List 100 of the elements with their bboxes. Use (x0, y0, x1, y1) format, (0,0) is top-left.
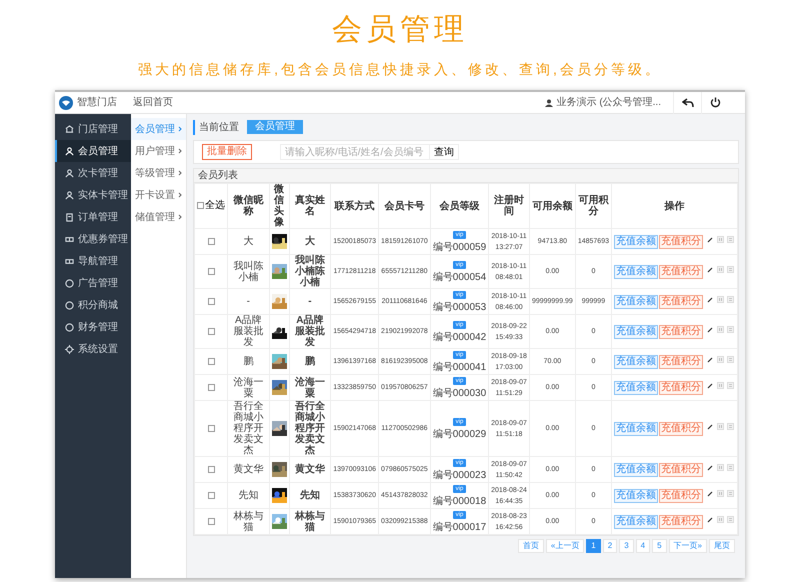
document-icon[interactable] (727, 423, 734, 430)
delete-icon[interactable] (717, 326, 724, 334)
recharge-balance-button[interactable]: 充值余额 (614, 355, 658, 369)
subnav-item[interactable]: 等级管理 (131, 162, 186, 184)
recharge-points-button[interactable]: 充值积分 (659, 235, 703, 249)
checkbox[interactable] (208, 328, 214, 336)
checkbox[interactable] (208, 384, 214, 392)
checkbox[interactable] (208, 466, 214, 474)
sidebar-item[interactable]: 次卡管理 (55, 162, 131, 184)
subnav-item[interactable]: 用户管理 (131, 140, 186, 162)
checkbox[interactable] (208, 268, 214, 276)
sidebar-item[interactable]: 导航管理 (55, 250, 131, 272)
delete-icon[interactable] (717, 516, 724, 524)
document-icon[interactable] (727, 464, 734, 472)
next-page-button[interactable]: 下一页» (668, 539, 707, 553)
checkbox[interactable] (208, 492, 214, 500)
delete-icon[interactable] (717, 382, 724, 390)
edit-icon[interactable] (707, 464, 713, 471)
document-icon[interactable] (727, 490, 734, 498)
home-link[interactable]: 返回首页 (133, 95, 173, 110)
document-icon[interactable] (727, 326, 734, 334)
sidebar-item[interactable]: 广告管理 (55, 272, 131, 294)
document-icon[interactable] (727, 266, 734, 274)
checkbox[interactable] (208, 518, 214, 526)
recharge-points-button[interactable]: 充值积分 (659, 355, 703, 369)
previous-page-button[interactable]: «上一页 (546, 539, 584, 553)
column-header: 会员卡号 (378, 184, 430, 228)
subnav-item[interactable]: 开卡设置 (131, 184, 186, 206)
recharge-points-button[interactable]: 充值积分 (659, 515, 703, 529)
sidebar-item[interactable]: 财务管理 (55, 316, 131, 338)
recharge-balance-button[interactable]: 充值余额 (614, 235, 658, 249)
sidebar-item[interactable]: 实体卡管理 (55, 184, 131, 206)
logo-text: 智慧门店 (77, 96, 117, 110)
checkbox[interactable] (208, 425, 214, 432)
recharge-balance-button[interactable]: 充值余额 (614, 422, 658, 436)
person-icon (65, 190, 74, 200)
delete-icon[interactable] (717, 236, 724, 244)
document-icon[interactable] (727, 356, 734, 364)
edit-icon[interactable] (707, 326, 713, 333)
first-page-button[interactable]: 首页 (518, 539, 544, 553)
recharge-points-button[interactable]: 充值积分 (659, 381, 703, 395)
level-number: 编号000042 (432, 332, 486, 342)
page-button[interactable]: 2 (602, 539, 618, 553)
recharge-balance-button[interactable]: 充值余额 (614, 489, 658, 503)
delete-icon[interactable] (717, 296, 724, 304)
delete-icon[interactable] (717, 356, 724, 364)
recharge-points-button[interactable]: 充值积分 (659, 422, 703, 436)
edit-icon[interactable] (707, 382, 713, 389)
document-icon[interactable] (727, 236, 734, 244)
checkbox[interactable] (208, 298, 214, 306)
delete-icon[interactable] (717, 423, 724, 430)
house-icon (65, 124, 74, 134)
edit-icon[interactable] (707, 424, 713, 430)
recharge-points-button[interactable]: 充值积分 (659, 325, 703, 339)
delete-icon[interactable] (717, 464, 724, 472)
recharge-balance-button[interactable]: 充值余额 (614, 325, 658, 339)
page-button[interactable]: 1 (586, 539, 601, 553)
recharge-balance-button[interactable]: 充值余额 (614, 381, 658, 395)
recharge-balance-button[interactable]: 充值余额 (614, 515, 658, 529)
recharge-balance-button[interactable]: 充值余额 (614, 295, 658, 309)
subnav-item[interactable]: 储值管理 (131, 206, 186, 228)
document-icon[interactable] (727, 516, 734, 524)
sidebar-item[interactable]: 系统设置 (55, 338, 131, 360)
recharge-points-button[interactable]: 充值积分 (659, 265, 703, 279)
sidebar-item[interactable]: 优惠券管理 (55, 228, 131, 250)
recharge-balance-button[interactable]: 充值余额 (614, 463, 658, 477)
user-name[interactable]: 业务演示 (公众号管理... (556, 95, 661, 110)
delete-icon[interactable] (717, 490, 724, 498)
checkbox[interactable] (197, 202, 204, 210)
sidebar-item[interactable]: 订单管理 (55, 206, 131, 228)
document-icon[interactable] (727, 382, 734, 390)
edit-icon[interactable] (707, 516, 713, 523)
recharge-balance-button[interactable]: 充值余额 (614, 265, 658, 279)
recharge-points-button[interactable]: 充值积分 (659, 295, 703, 309)
document-icon[interactable] (727, 296, 734, 304)
edit-icon[interactable] (707, 490, 713, 497)
edit-icon[interactable] (707, 296, 713, 303)
last-page-button[interactable]: 尾页 (709, 539, 735, 553)
recharge-points-button[interactable]: 充值积分 (659, 489, 703, 503)
page-button[interactable]: 3 (619, 539, 634, 553)
delete-icon[interactable] (717, 266, 724, 274)
recharge-points-button[interactable]: 充值积分 (659, 463, 703, 477)
ticket-icon (65, 256, 74, 266)
sidebar-item[interactable]: 门店管理 (55, 118, 131, 140)
checkbox[interactable] (208, 238, 214, 246)
edit-icon[interactable] (707, 266, 713, 273)
subnav-item[interactable]: 会员管理 (131, 118, 186, 140)
level-number: 编号000054 (432, 272, 486, 282)
search-button[interactable]: 查询 (430, 144, 459, 160)
checkbox[interactable] (208, 358, 214, 366)
column-header: 可用积分 (575, 184, 612, 228)
edit-icon[interactable] (707, 236, 713, 243)
page-button[interactable]: 4 (636, 539, 650, 553)
page-button[interactable]: 5 (652, 539, 667, 553)
edit-icon[interactable] (707, 356, 713, 363)
batch-delete-button[interactable]: 批量删除 (202, 144, 252, 160)
sidebar-item[interactable]: 会员管理 (55, 140, 131, 162)
search-field[interactable]: 请输入昵称/电话/姓名/会员编号 (280, 144, 430, 160)
sidebar-item[interactable]: 积分商城 (55, 294, 131, 316)
table-cell: 黄文华 (228, 456, 270, 482)
